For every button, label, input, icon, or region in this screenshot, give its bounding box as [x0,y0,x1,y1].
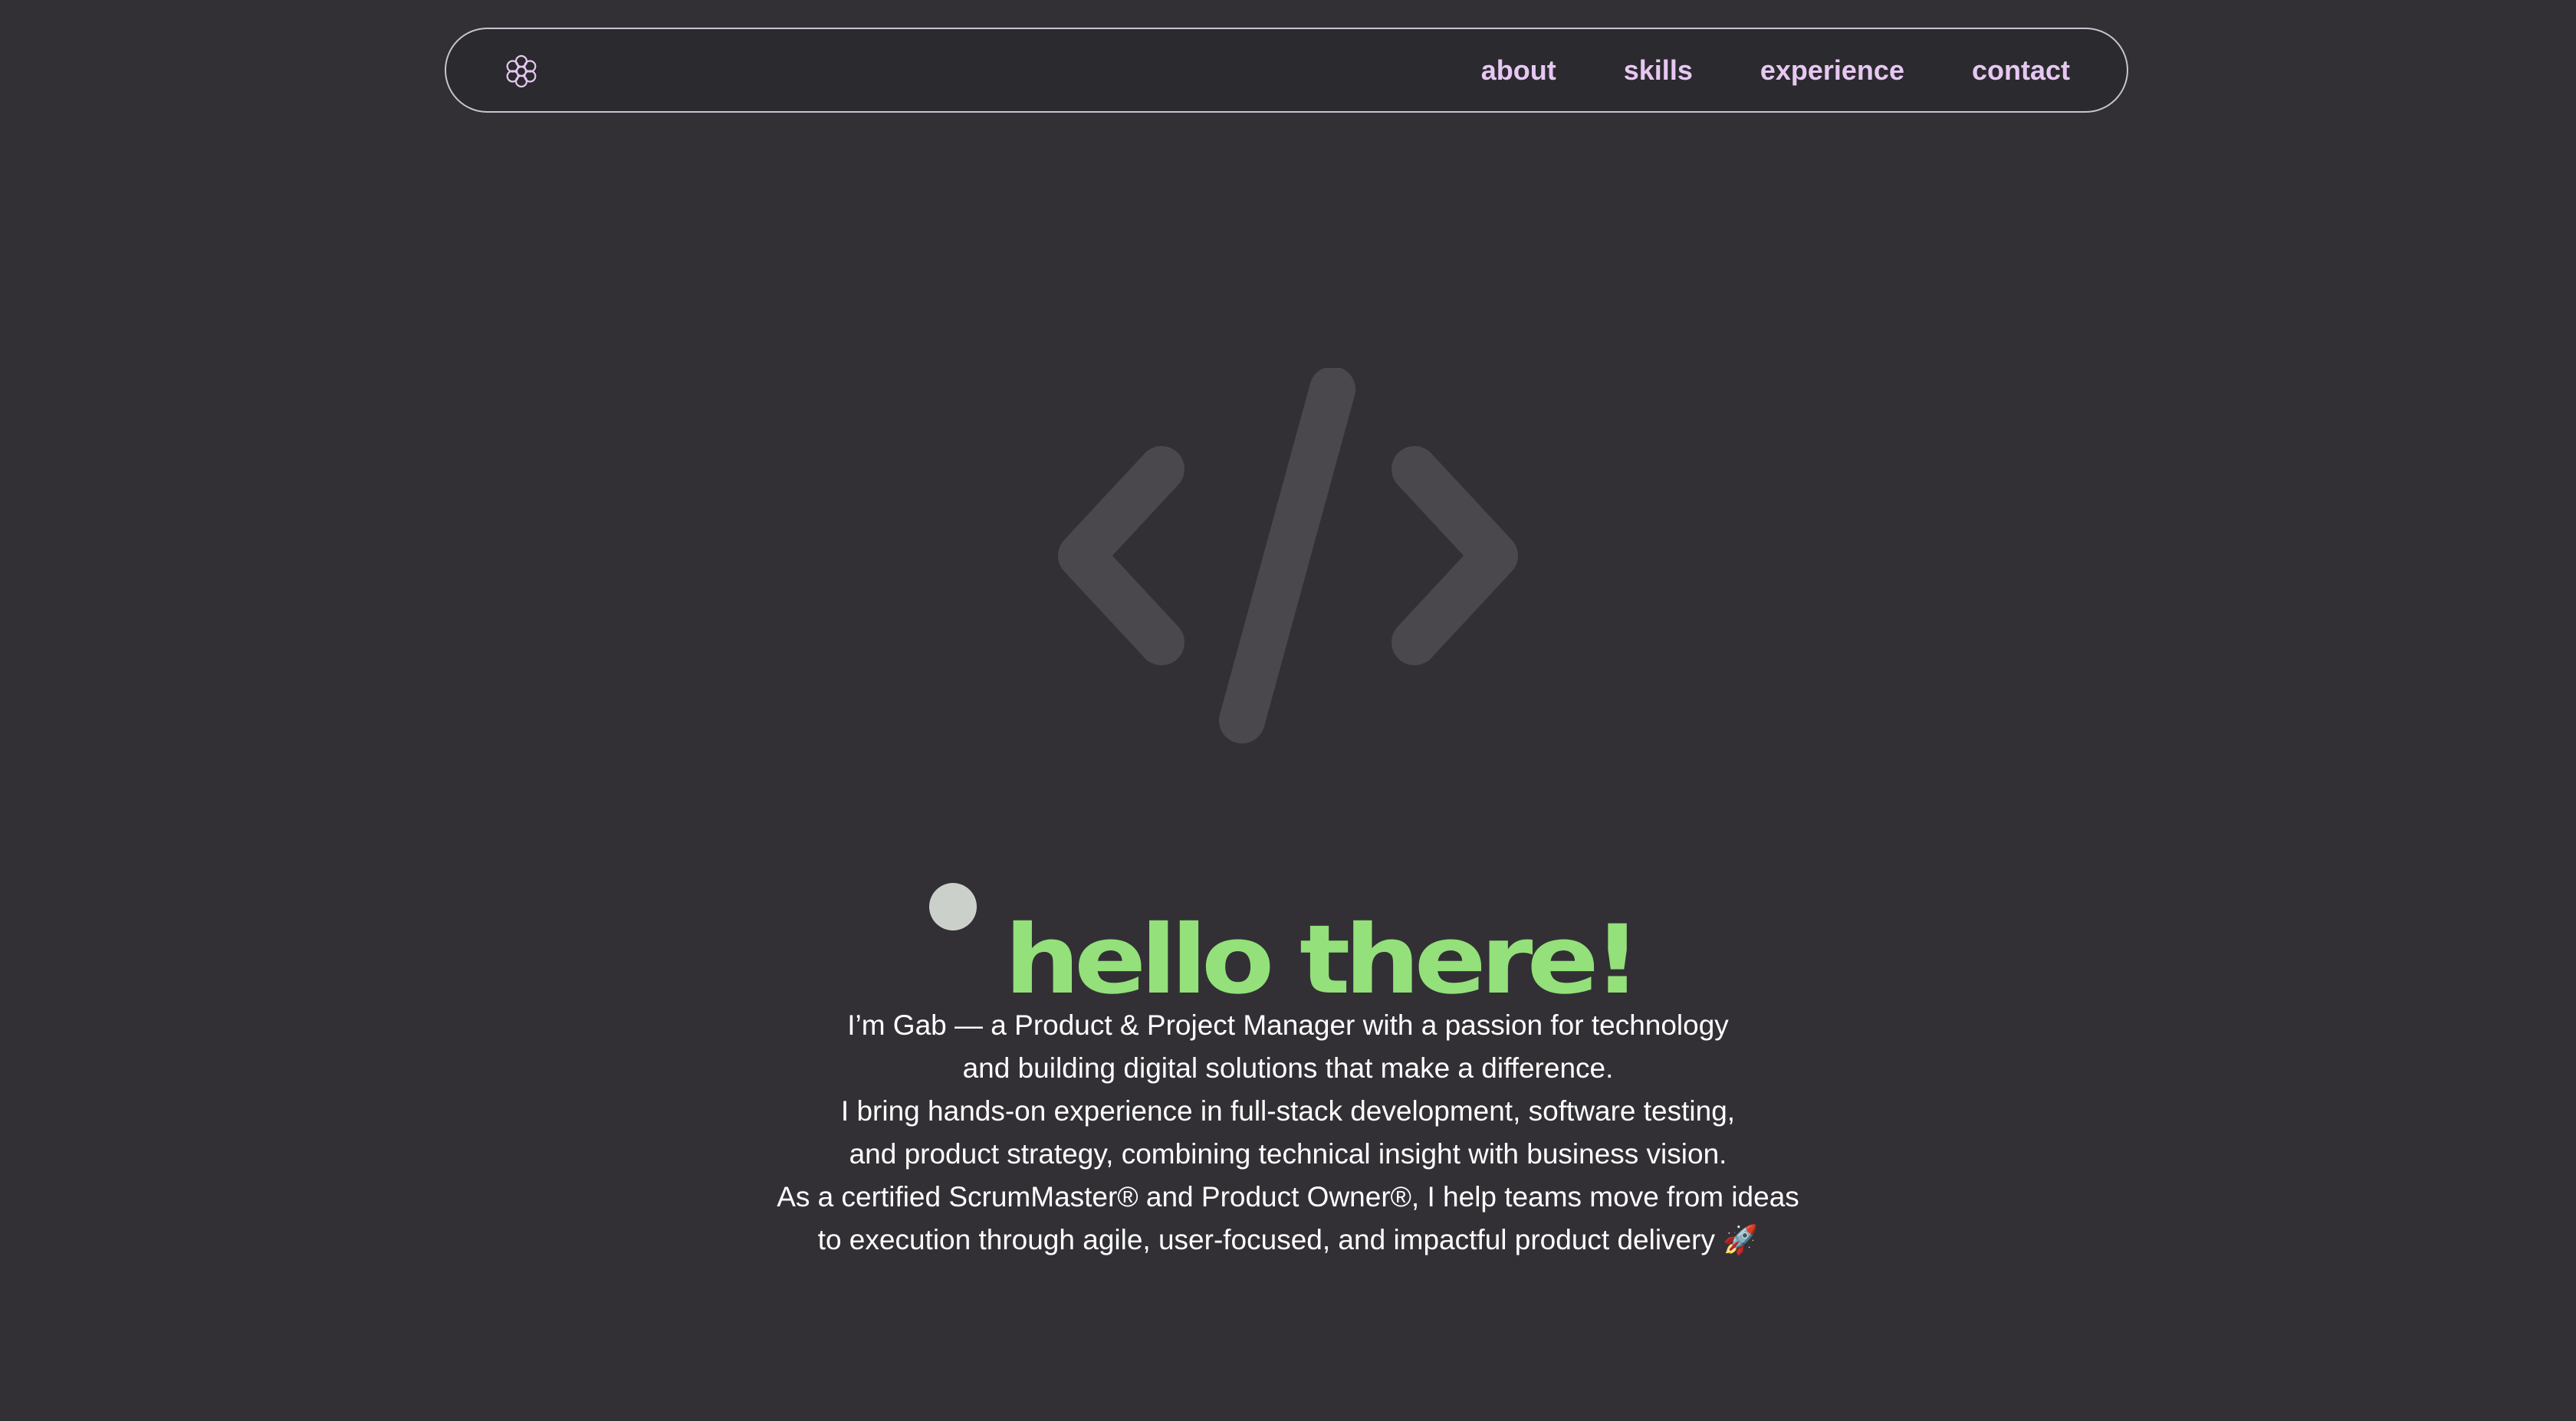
nav-link-experience[interactable]: experience [1760,56,1904,84]
intro-text: I’m Gab — a Product & Project Manager wi… [675,1004,1901,1262]
hero-heading: hello there! [0,843,2576,1014]
intro-line: I bring hands-on experience in full-stac… [840,1095,1736,1127]
intro-line: I’m Gab — a Product & Project Manager wi… [847,1009,1729,1041]
intro-line: and building digital solutions that make… [962,1052,1614,1084]
top-navbar: about skills experience contact [445,28,2128,113]
code-brackets-icon [1058,368,1518,743]
hero-title: hello there! [1004,905,1641,1016]
nav-link-contact[interactable]: contact [1972,56,2070,84]
nav-link-about[interactable]: about [1481,56,1556,84]
intro-line: and product strategy, combining technica… [849,1138,1727,1170]
intro-line: As a certified ScrumMaster® and Product … [777,1181,1799,1213]
nav-link-skills[interactable]: skills [1624,56,1693,84]
intro-line: to execution through agile, user-focused… [817,1224,1759,1255]
nav-links: about skills experience contact [1481,29,2070,111]
cursor-dot [929,883,977,930]
logo-icon[interactable] [501,51,541,91]
